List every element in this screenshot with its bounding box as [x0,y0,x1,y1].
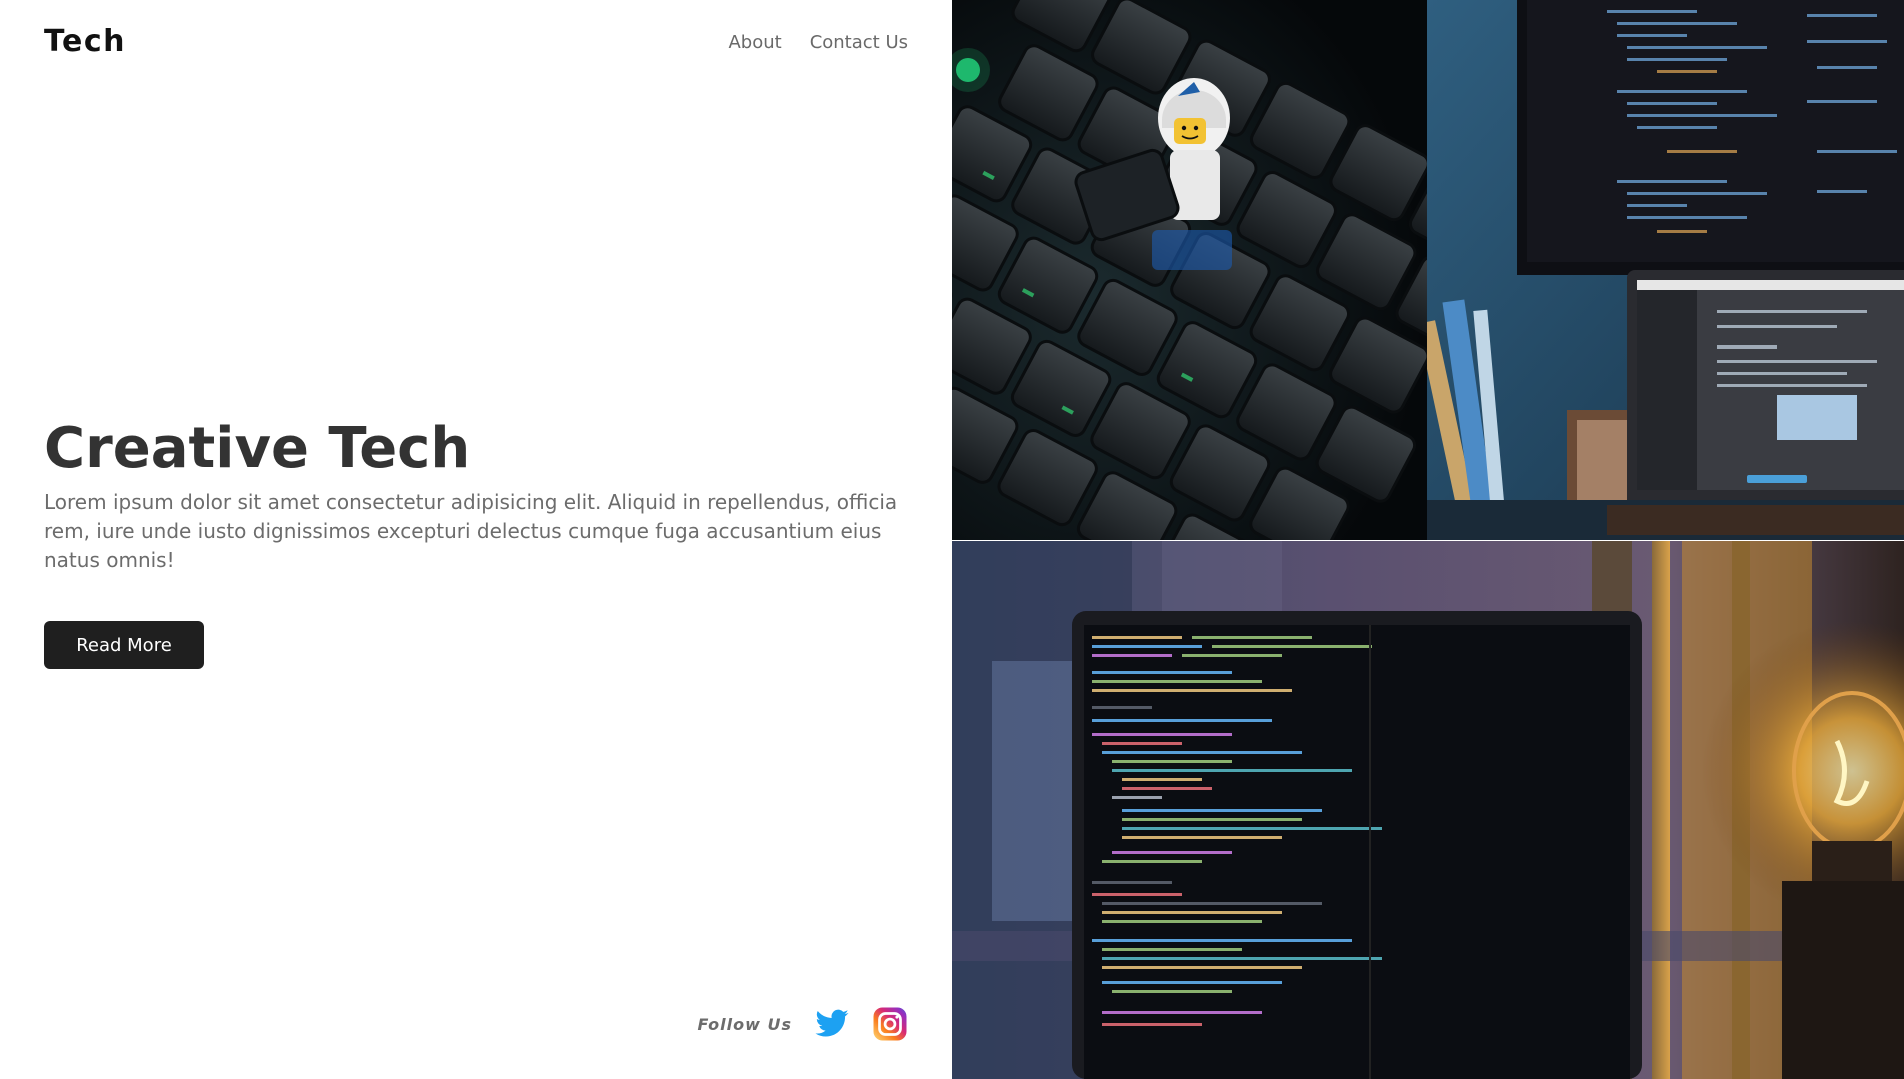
twitter-icon[interactable] [814,1006,850,1042]
nav-about-link[interactable]: About [728,32,781,53]
top-nav: About Contact Us [728,32,908,53]
read-more-button[interactable]: Read More [44,621,204,669]
hero-description: Lorem ipsum dolor sit amet consectetur a… [44,490,898,572]
follow-us-bar: Follow Us [697,1006,908,1042]
nav-contact-link[interactable]: Contact Us [810,32,908,53]
keyboard-lego-image [952,0,1427,540]
keyboard-photo [952,0,1427,540]
logo[interactable]: Tech [44,24,126,59]
laptop-code-lamp-image [952,541,1904,1079]
landing-page: Tech About Contact Us Creative Tech Lore… [0,0,1904,1079]
follow-us-label: Follow Us [697,1014,792,1034]
content-panel: Tech About Contact Us Creative Tech Lore… [0,0,952,1079]
laptop-lamp-photo [952,541,1904,1079]
monitor-laptop-image [1427,0,1904,540]
instagram-icon[interactable] [872,1006,908,1042]
image-gallery [952,0,1904,1079]
hero-title: Creative Tech [44,416,471,481]
monitor-photo [1427,0,1904,540]
